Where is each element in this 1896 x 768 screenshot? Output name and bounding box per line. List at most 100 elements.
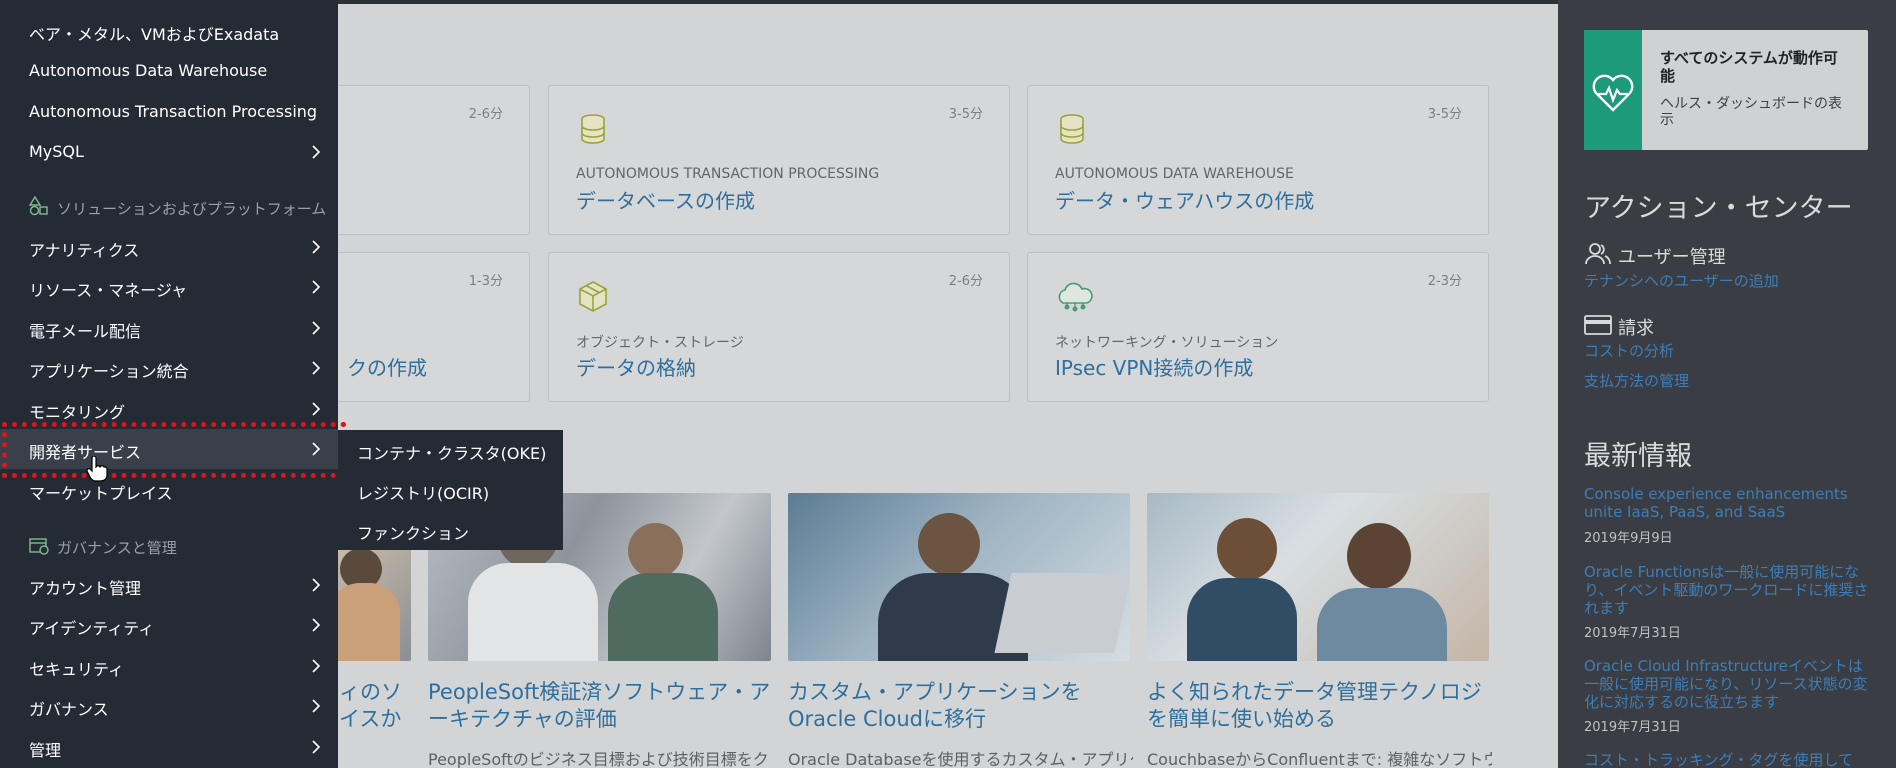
news-item-date: 2019年7月31日 xyxy=(1584,720,1681,735)
nav-item-label: アプリケーション統合 xyxy=(29,362,189,381)
chevron-right-icon xyxy=(312,240,321,254)
article-description: CouchbaseからConfluentまで: 複雑なソフトウェ xyxy=(1147,750,1492,768)
duration-label: 2-6分 xyxy=(468,107,503,122)
nav-item-label: ベア・メタル、VMおよびExadata xyxy=(29,25,280,44)
card-title[interactable]: クの作成 xyxy=(347,352,427,381)
cube-icon xyxy=(579,281,607,312)
nav-item-label: アカウント管理 xyxy=(29,579,142,598)
nav-item-label: Autonomous Data Warehouse xyxy=(29,61,268,80)
news-heading: 最新情報 xyxy=(1584,441,1692,472)
submenu-item-functions[interactable]: ファンクション xyxy=(338,510,563,550)
nav-item-label: モニタリング xyxy=(29,403,126,422)
nav-item-security[interactable]: セキュリティ xyxy=(0,646,338,686)
card-category: オブジェクト・ストレージ xyxy=(576,335,744,351)
chevron-right-icon xyxy=(312,361,321,375)
news-item-title[interactable]: Console experience enhancements unite Ia… xyxy=(1584,485,1876,521)
submenu-item-registry-ocir[interactable]: レジストリ(OCIR) xyxy=(338,470,563,510)
governance-icon xyxy=(29,538,49,555)
card-title[interactable]: データベースの作成 xyxy=(576,185,755,214)
duration-label: 1-3分 xyxy=(468,274,503,289)
nav-item-autonomous-transaction-processing[interactable]: Autonomous Transaction Processing xyxy=(0,92,338,132)
chevron-right-icon xyxy=(312,280,321,294)
nav-item-resource-manager[interactable]: リソース・マネージャ xyxy=(0,267,338,307)
article-title[interactable]: カスタム・アプリケーションを Oracle Cloudに移行 xyxy=(788,679,1082,733)
chevron-right-icon xyxy=(312,145,321,159)
nav-item-application-integration[interactable]: アプリケーション統合 xyxy=(0,348,338,388)
nav-item-label: セキュリティ xyxy=(29,660,125,679)
nav-item-email-delivery[interactable]: 電子メール配信 xyxy=(0,308,338,348)
news-item-title[interactable]: Oracle Cloud Infrastructureイベントは一般に使用可能に… xyxy=(1584,657,1876,711)
chevron-right-icon xyxy=(312,618,321,632)
article-title[interactable]: PeopleSoft検証済ソフトウェア・ア ーキテクチャの評価 xyxy=(428,679,770,733)
nav-item-analytics[interactable]: アナリティクス xyxy=(0,227,338,267)
health-status-title: すべてのシステムが動作可能 xyxy=(1660,49,1838,85)
database-icon xyxy=(581,114,605,144)
nav-item-bare-metal-vm-exadata[interactable]: ベア・メタル、VMおよびExadata xyxy=(0,11,338,51)
highlight-annotation xyxy=(2,422,346,478)
nav-item-label: 管理 xyxy=(29,741,62,760)
health-dashboard-link[interactable]: ヘルス・ダッシュボードの表示 xyxy=(1660,96,1850,128)
quick-action-card[interactable]: 2-6分 オブジェクト・ストレージ データの格納 xyxy=(548,252,1010,402)
news-item-date: 2019年9月9日 xyxy=(1584,531,1673,546)
card-title[interactable]: データ・ウェアハウスの作成 xyxy=(1055,185,1314,214)
nav-item-label: リソース・マネージャ xyxy=(29,281,188,300)
quick-action-card[interactable]: 2-3分 ネットワーキング・ソリューション IPsec VPN接続の作成 xyxy=(1027,252,1489,402)
article-description: PeopleSoftのビジネス目標および技術目標をク xyxy=(428,750,769,768)
nav-section-label: ソリューションおよびプラットフォーム xyxy=(57,200,327,218)
article-description: Oracle Databaseを使用するカスタム・アプリケ xyxy=(788,750,1133,768)
users-icon xyxy=(1585,243,1611,265)
action-center-heading: アクション・センター xyxy=(1584,193,1853,224)
manage-payment-method-link[interactable]: 支払方法の管理 xyxy=(1584,370,1689,391)
heartbeat-icon xyxy=(1584,30,1642,150)
shapes-icon xyxy=(29,196,48,216)
nav-item-label: 電子メール配信 xyxy=(29,322,142,341)
card-category: AUTONOMOUS TRANSACTION PROCESSING xyxy=(576,166,880,182)
article-title[interactable]: ィのソ イスか xyxy=(339,679,402,733)
news-item-title[interactable]: Oracle Functionsは一般に使用可能になり、イベント駆動のワークロー… xyxy=(1584,563,1876,617)
developer-services-submenu: コンテナ・クラスタ(OKE) レジストリ(OCIR) ファンクション xyxy=(338,430,563,550)
hand-pointer-icon xyxy=(86,456,108,482)
card-category: AUTONOMOUS DATA WAREHOUSE xyxy=(1055,166,1294,182)
article-title[interactable]: よく知られたデータ管理テクノロジ を簡単に使い始める xyxy=(1147,679,1482,733)
nav-item-governance[interactable]: ガバナンス xyxy=(0,686,338,726)
news-item-date: 2019年7月31日 xyxy=(1584,626,1681,641)
nav-item-label: マーケットプレイス xyxy=(29,484,173,503)
nav-item-account-management[interactable]: アカウント管理 xyxy=(0,565,338,605)
duration-label: 2-6分 xyxy=(948,274,983,289)
nav-item-administration[interactable]: 管理 xyxy=(0,727,338,767)
right-panel: すべてのシステムが動作可能 ヘルス・ダッシュボードの表示 アクション・センター … xyxy=(1558,0,1896,768)
chevron-right-icon xyxy=(312,321,321,335)
card-title[interactable]: IPsec VPN接続の作成 xyxy=(1055,352,1253,381)
chevron-right-icon xyxy=(312,659,321,673)
nav-item-label: アナリティクス xyxy=(29,241,140,260)
submenu-item-label: レジストリ(OCIR) xyxy=(357,484,490,503)
navigation-menu: ベア・メタル、VMおよびExadata Autonomous Data Ware… xyxy=(0,0,338,768)
card-category: ネットワーキング・ソリューション xyxy=(1055,335,1279,351)
nav-item-identity[interactable]: アイデンティティ xyxy=(0,605,338,645)
nav-item-mysql[interactable]: MySQL xyxy=(0,132,338,172)
analyze-costs-link[interactable]: コストの分析 xyxy=(1584,340,1674,361)
news-item-title[interactable]: コスト・トラッキング・タグを使用して xyxy=(1584,751,1876,768)
add-user-to-tenancy-link[interactable]: テナンシへのユーザーの追加 xyxy=(1584,270,1779,291)
submenu-item-label: ファンクション xyxy=(357,524,470,543)
duration-label: 2-3分 xyxy=(1427,274,1462,289)
chevron-right-icon xyxy=(312,699,321,713)
health-status-card[interactable]: すべてのシステムが動作可能 ヘルス・ダッシュボードの表示 xyxy=(1584,30,1868,150)
network-cloud-icon xyxy=(1058,282,1093,312)
nav-item-autonomous-data-warehouse[interactable]: Autonomous Data Warehouse xyxy=(0,51,338,91)
billing-label: 請求 xyxy=(1618,318,1654,339)
submenu-item-label: コンテナ・クラスタ(OKE) xyxy=(357,444,547,463)
nav-section-label: ガバナンスと管理 xyxy=(57,539,177,557)
chevron-right-icon xyxy=(312,578,321,592)
quick-action-card[interactable]: 3-5分 AUTONOMOUS DATA WAREHOUSE データ・ウェアハウ… xyxy=(1027,85,1489,235)
quick-action-card[interactable]: 3-5分 AUTONOMOUS TRANSACTION PROCESSING デ… xyxy=(548,85,1010,235)
nav-item-label: アイデンティティ xyxy=(29,619,155,638)
credit-card-icon xyxy=(1584,315,1612,335)
user-management-label: ユーザー管理 xyxy=(1618,247,1726,268)
chevron-right-icon xyxy=(312,402,321,416)
card-title[interactable]: データの格納 xyxy=(576,352,696,381)
article-image[interactable] xyxy=(1147,493,1489,661)
submenu-item-container-clusters-oke[interactable]: コンテナ・クラスタ(OKE) xyxy=(338,430,563,470)
duration-label: 3-5分 xyxy=(948,107,983,122)
article-image[interactable] xyxy=(788,493,1130,661)
